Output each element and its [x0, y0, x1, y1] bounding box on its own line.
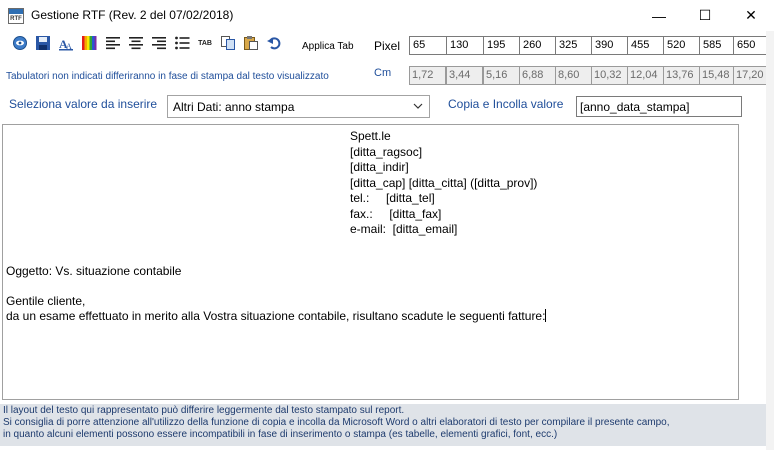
- footer-note: Il layout del testo qui rappresentato pu…: [0, 404, 766, 446]
- body-line: Oggetto: Vs. situazione contabile: [6, 264, 182, 278]
- pixel-input-2[interactable]: 130: [446, 36, 484, 55]
- cm-value-8: 13,76: [663, 66, 700, 85]
- copy-paste-field[interactable]: [anno_data_stampa]: [576, 96, 742, 117]
- copy-icon[interactable]: [220, 35, 236, 51]
- close-button[interactable]: ✕: [728, 0, 774, 31]
- address-line: [ditta_cap] [ditta_citta] ([ditta_prov]): [350, 175, 538, 190]
- footer-line: Si consiglia di porre attenzione all'uti…: [3, 417, 670, 428]
- app-icon-text: RTF: [10, 16, 22, 22]
- maximize-button[interactable]: ☐: [682, 0, 728, 31]
- cm-value-2: 3,44: [446, 66, 483, 85]
- font-icon[interactable]: AA: [58, 35, 74, 51]
- cm-value-10: 17,20: [733, 66, 770, 85]
- tab-icon[interactable]: TAB: [197, 35, 213, 51]
- body-line-last: da un esame effettuato in merito alla Vo…: [6, 309, 547, 324]
- pixel-input-10[interactable]: 650: [733, 36, 770, 55]
- address-line: [ditta_indir]: [350, 160, 409, 174]
- value-select-text: Altri Dati: anno stampa: [173, 100, 295, 114]
- window-scrollbar[interactable]: [766, 31, 774, 450]
- cm-value-3: 5,16: [483, 66, 520, 85]
- cm-label: Cm: [374, 67, 392, 79]
- body-line: Gentile cliente,: [6, 294, 86, 308]
- address-line: fax.: [ditta_fax]: [350, 206, 442, 221]
- minimize-icon: —: [652, 7, 666, 24]
- close-icon: ✕: [745, 7, 757, 23]
- apply-tab-button[interactable]: Applica Tab: [302, 41, 354, 52]
- select-value-label: Seleziona valore da inserire: [9, 97, 158, 111]
- address-line: e-mail: [ditta_email]: [350, 222, 458, 236]
- footer-line: in quanto alcuni elementi possono essere…: [3, 429, 558, 440]
- align-right-icon[interactable]: [151, 35, 167, 51]
- cm-value-6: 10,32: [591, 66, 628, 85]
- preview-icon[interactable]: [12, 35, 28, 51]
- cm-value-1: 1,72: [409, 66, 446, 85]
- save-icon[interactable]: [35, 35, 51, 51]
- body-line: [6, 279, 546, 294]
- window-title: Gestione RTF (Rev. 2 del 07/02/2018): [31, 8, 234, 22]
- body-line: da un esame effettuato in merito alla Vo…: [6, 309, 546, 323]
- undo-icon[interactable]: [266, 35, 282, 51]
- pixel-input-6[interactable]: 390: [591, 36, 629, 55]
- chevron-down-icon: [413, 99, 423, 116]
- pixel-label: Pixel: [374, 39, 401, 53]
- pixel-input-4[interactable]: 260: [519, 36, 557, 55]
- cm-value-5: 8,60: [555, 66, 592, 85]
- pixel-input-3[interactable]: 195: [483, 36, 521, 55]
- text-caret: [545, 309, 547, 322]
- pixel-input-7[interactable]: 455: [627, 36, 665, 55]
- align-center-icon[interactable]: [128, 35, 144, 51]
- align-left-icon[interactable]: [105, 35, 121, 51]
- color-icon[interactable]: [81, 35, 97, 51]
- pixel-input-5[interactable]: 325: [555, 36, 593, 55]
- toolbar: AA TAB Applica Tab Pixel 65 130 195 260 …: [0, 31, 774, 59]
- address-line: [ditta_ragsoc]: [350, 144, 423, 159]
- cm-value-4: 6,88: [519, 66, 556, 85]
- minimize-button[interactable]: —: [636, 0, 682, 31]
- rtf-editor[interactable]: Spett.le [ditta_ragsoc] [ditta_indir] [d…: [2, 124, 739, 400]
- footer-line: Il layout del testo qui rappresentato pu…: [3, 405, 405, 416]
- letter-body: Oggetto: Vs. situazione contabile Gentil…: [6, 264, 547, 324]
- paste-icon[interactable]: [243, 35, 259, 51]
- cm-value-7: 12,04: [627, 66, 664, 85]
- pixel-input-1[interactable]: 65: [409, 36, 447, 55]
- address-line: tel.: [ditta_tel]: [350, 191, 435, 205]
- maximize-icon: ☐: [698, 7, 712, 23]
- address-block: Spett.le [ditta_ragsoc] [ditta_indir] [d…: [350, 129, 537, 238]
- pixel-input-9[interactable]: 585: [699, 36, 737, 55]
- copy-paste-label: Copia e Incolla valore: [448, 97, 564, 111]
- tab-note: Tabulatori non indicati differiranno in …: [6, 71, 329, 82]
- address-line: Spett.le: [350, 129, 391, 143]
- tab-icon-text: TAB: [198, 39, 212, 47]
- bullet-list-icon[interactable]: [174, 35, 190, 51]
- title-bar: RTF Gestione RTF (Rev. 2 del 07/02/2018)…: [0, 0, 774, 31]
- app-icon: RTF: [8, 8, 24, 24]
- cm-value-9: 15,48: [699, 66, 736, 85]
- value-select[interactable]: Altri Dati: anno stampa: [167, 95, 430, 118]
- pixel-input-8[interactable]: 520: [663, 36, 701, 55]
